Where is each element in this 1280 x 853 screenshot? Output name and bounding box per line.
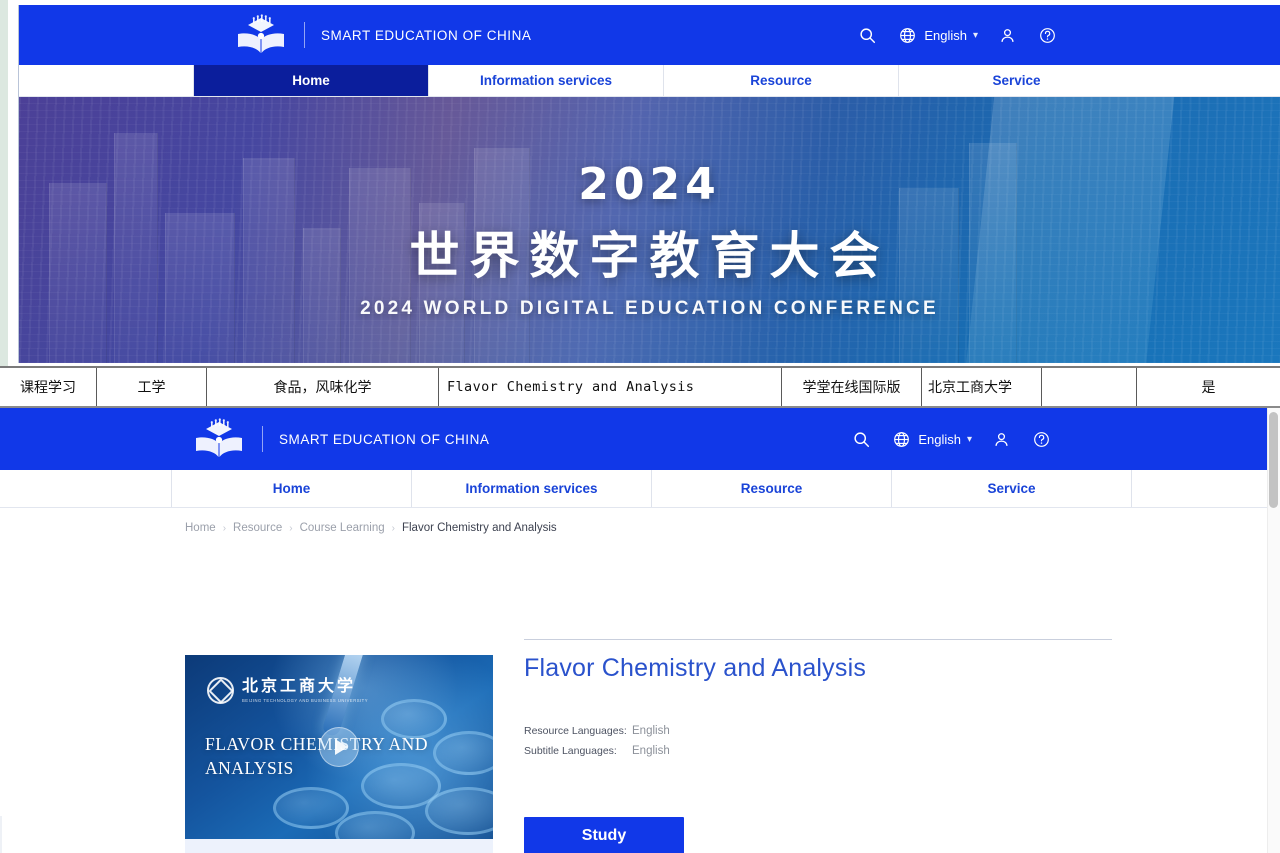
course-card-meta: 7 ☆☆☆☆☆ 0.0 Score (0 Item) Food Flavor C…: [185, 839, 493, 853]
question-mark-icon[interactable]: [1030, 428, 1052, 450]
nav-left-spacer: [0, 470, 172, 507]
globe-icon: [890, 428, 912, 450]
meta-key: Subtitle Languages:: [524, 745, 617, 757]
open-book-logo-icon: [234, 14, 288, 56]
chevron-down-icon: ▾: [966, 433, 972, 445]
user-icon[interactable]: [996, 24, 1018, 46]
upper-page-screenshot: SMART EDUCATION OF CHINA English ▾ Home …: [0, 0, 1280, 366]
page-title: Flavor Chemistry and Analysis: [524, 654, 867, 682]
meta-row-subtitle-languages: Subtitle Languages: English: [524, 745, 1114, 757]
nav-right-spacer: [1134, 65, 1280, 96]
upper-page-left-margin: [0, 0, 8, 366]
breadcrumb-separator-icon: ›: [391, 522, 395, 534]
nav-tab-home-top[interactable]: Home: [194, 65, 429, 96]
course-content-area: Home › Resource › Course Learning › Flav…: [0, 508, 1280, 853]
breadcrumb-item-home[interactable]: Home: [185, 522, 216, 534]
breadcrumb-separator-icon: ›: [289, 522, 293, 534]
breadcrumb-item-course-learning[interactable]: Course Learning: [300, 522, 385, 534]
sheet-cell-flag[interactable]: 是: [1137, 368, 1280, 406]
study-button[interactable]: Study: [524, 817, 684, 853]
vertical-scrollbar-thumb[interactable]: [1269, 412, 1278, 508]
site-header-top: SMART EDUCATION OF CHINA English ▾: [19, 5, 1280, 65]
sheet-cell-subject[interactable]: 食品，风味化学: [207, 368, 439, 406]
banner-title-en: 2024 WORLD DIGITAL EDUCATION CONFERENCE: [360, 298, 939, 319]
sheet-cell-platform[interactable]: 学堂在线国际版: [782, 368, 922, 406]
question-mark-icon[interactable]: [1036, 24, 1058, 46]
brand-logo-top[interactable]: SMART EDUCATION OF CHINA: [234, 14, 531, 56]
brand-name-top: SMART EDUCATION OF CHINA: [321, 27, 532, 43]
nav-tab-information-services-bottom[interactable]: Information services: [412, 470, 652, 507]
banner-text-block: 2024 世界数字教育大会 2024 WORLD DIGITAL EDUCATI…: [19, 159, 1280, 320]
course-detail-column: Flavor Chemistry and Analysis Resource L…: [524, 653, 1114, 853]
logo-divider: [262, 426, 263, 452]
nav-right-spacer: [1132, 470, 1280, 507]
language-label-bottom: English: [918, 431, 961, 447]
brand-logo-bottom[interactable]: SMART EDUCATION OF CHINA: [192, 418, 489, 460]
meta-value: English: [632, 745, 670, 757]
sheet-cell-university[interactable]: 北京工商大学: [922, 368, 1042, 406]
meta-value: English: [632, 725, 670, 737]
course-meta-list: Resource Languages: English Subtitle Lan…: [524, 725, 1114, 757]
nav-left-spacer: [19, 65, 194, 96]
brand-name-bottom: SMART EDUCATION OF CHINA: [279, 431, 490, 447]
nav-tab-information-services-top[interactable]: Information services: [429, 65, 664, 96]
course-detail-page: SMART EDUCATION OF CHINA English ▾ Home …: [0, 408, 1280, 853]
breadcrumb-separator-icon: ›: [222, 522, 227, 534]
search-icon[interactable]: [856, 24, 878, 46]
main-nav-top: Home Information services Resource Servi…: [19, 65, 1280, 97]
course-video-thumbnail[interactable]: 北京工商大学 BEIJING TECHNOLOGY AND BUSINESS U…: [185, 655, 493, 839]
meta-key: Resource Languages:: [524, 725, 627, 737]
nav-tab-service-bottom[interactable]: Service: [892, 470, 1132, 507]
sheet-cell-blank[interactable]: [1042, 368, 1137, 406]
spreadsheet-row-strip: 课程学习 工学 食品，风味化学 Flavor Chemistry and Ana…: [0, 366, 1280, 408]
page-left-edge: [0, 816, 2, 853]
meta-row-resource-languages: Resource Languages: English: [524, 725, 1114, 737]
course-media-card: 北京工商大学 BEIJING TECHNOLOGY AND BUSINESS U…: [185, 655, 493, 853]
globe-icon: [896, 24, 918, 46]
chevron-down-icon: ▾: [972, 29, 978, 41]
sheet-cell-course-title-en[interactable]: Flavor Chemistry and Analysis: [439, 368, 782, 406]
university-name-en: BEIJING TECHNOLOGY AND BUSINESS UNIVERSI…: [242, 697, 369, 703]
banner-title-cn: 世界数字教育大会: [409, 228, 890, 284]
language-label-top: English: [924, 27, 967, 43]
language-switcher-bottom[interactable]: English ▾: [890, 428, 972, 450]
nav-tab-resource-bottom[interactable]: Resource: [652, 470, 892, 507]
user-icon[interactable]: [990, 428, 1012, 450]
search-icon[interactable]: [850, 428, 872, 450]
sheet-cell-category[interactable]: 课程学习: [0, 368, 97, 406]
breadcrumb-item-resource[interactable]: Resource: [233, 522, 282, 534]
banner-year: 2024: [578, 159, 721, 210]
university-name-cn: 北京工商大学: [242, 677, 357, 695]
language-switcher-top[interactable]: English ▾: [896, 24, 978, 46]
nav-tab-resource-top[interactable]: Resource: [664, 65, 899, 96]
detail-top-divider: [524, 639, 1112, 640]
breadcrumb: Home › Resource › Course Learning › Flav…: [185, 522, 557, 534]
open-book-logo-icon: [192, 418, 246, 460]
play-icon[interactable]: [319, 727, 359, 767]
university-logo: 北京工商大学 BEIJING TECHNOLOGY AND BUSINESS U…: [207, 677, 368, 704]
table-row: 课程学习 工学 食品，风味化学 Flavor Chemistry and Ana…: [0, 368, 1280, 406]
breadcrumb-item-current: Flavor Chemistry and Analysis: [401, 522, 557, 534]
logo-divider: [304, 22, 305, 48]
conference-banner[interactable]: 2024 世界数字教育大会 2024 WORLD DIGITAL EDUCATI…: [19, 97, 1280, 363]
sheet-cell-discipline[interactable]: 工学: [97, 368, 207, 406]
nav-tab-service-top[interactable]: Service: [899, 65, 1134, 96]
site-header-bottom: SMART EDUCATION OF CHINA English ▾: [0, 408, 1280, 470]
main-nav-bottom: Home Information services Resource Servi…: [0, 470, 1280, 508]
university-seal-icon: [207, 677, 234, 704]
nav-tab-home-bottom[interactable]: Home: [172, 470, 412, 507]
